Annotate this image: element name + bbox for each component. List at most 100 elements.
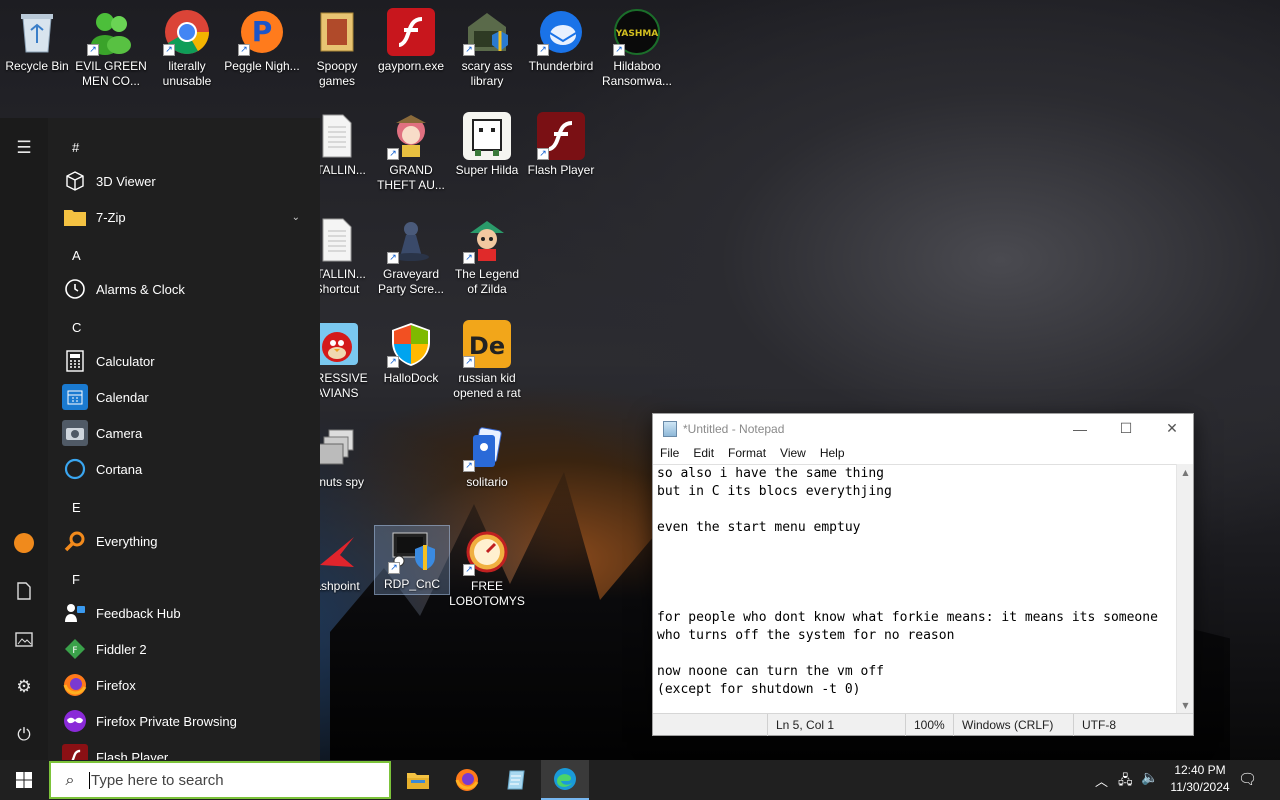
show-hidden-icons-chevron-icon[interactable]: ︿: [1095, 771, 1108, 790]
volume-icon[interactable]: 🔈: [1141, 770, 1158, 786]
private-browsing-icon: [62, 708, 88, 734]
desktop-icon-graveyard-party[interactable]: ↗ Graveyard Party Scre...: [374, 216, 448, 297]
notepad-menubar: File Edit Format View Help: [653, 443, 1193, 463]
scroll-down-icon[interactable]: ▼: [1177, 697, 1194, 714]
start-button[interactable]: [0, 760, 48, 800]
svg-text:F: F: [72, 646, 77, 656]
flash-icon: [62, 744, 88, 760]
firefox-icon: [455, 769, 479, 791]
notepad-window[interactable]: *Untitled - Notepad — ☐ ✕ File Edit Form…: [652, 413, 1194, 736]
hamburger-menu-icon[interactable]: ☰: [0, 128, 48, 168]
clock[interactable]: 12:40 PM 11/30/2024: [1160, 762, 1240, 796]
menu-file[interactable]: File: [653, 446, 686, 460]
zelda-icon: ↗: [463, 216, 511, 264]
power-icon[interactable]: ⏻: [0, 715, 48, 755]
desktop-icon-spoopy-games[interactable]: Spoopy games: [300, 8, 374, 89]
desktop-icon-gayporn-exe[interactable]: gayporn.exe: [374, 8, 448, 74]
desktop-icon-recycle-bin[interactable]: Recycle Bin: [0, 8, 74, 74]
app-calendar[interactable]: Calendar: [62, 380, 314, 414]
notifications-icon[interactable]: 🗨: [1238, 770, 1257, 788]
desktop-icon-flash-player[interactable]: ↗ Flash Player: [524, 112, 598, 178]
app-7-zip[interactable]: 7-Zip ⌄: [62, 200, 314, 234]
app-flash-player[interactable]: Flash Player: [62, 740, 314, 760]
app-firefox[interactable]: Firefox: [62, 668, 314, 702]
group-header-hash[interactable]: #: [72, 140, 79, 155]
group-header-a[interactable]: A: [72, 248, 81, 263]
app-alarms-clock[interactable]: Alarms & Clock: [62, 272, 314, 306]
scroll-up-icon[interactable]: ▲: [1177, 464, 1194, 481]
firefox-icon: [62, 672, 88, 698]
graveyard-icon: ↗: [387, 216, 435, 264]
group-header-f[interactable]: F: [72, 572, 80, 587]
desktop-icon-rdp-cnc[interactable]: ↗ RDP_CnC: [374, 525, 450, 595]
desktop-icon-scary-library[interactable]: ↗ scary ass library: [450, 8, 524, 89]
svg-text:YASHMA: YASHMA: [615, 29, 659, 39]
notepad-titlebar[interactable]: *Untitled - Notepad — ☐ ✕: [653, 414, 1193, 443]
desktop-icon-literally-unusable[interactable]: ↗ literally unusable: [150, 8, 224, 89]
de-icon: De ↗: [463, 320, 511, 368]
vertical-scrollbar[interactable]: ▲ ▼: [1176, 464, 1193, 714]
desktop-icon-hildaboo[interactable]: YASHMA ↗ Hildaboo Ransomwa...: [600, 8, 674, 89]
desktop-icon-peggle[interactable]: P ↗ Peggle Nigh...: [224, 8, 300, 74]
cortana-icon: [62, 456, 88, 482]
app-cortana[interactable]: Cortana: [62, 452, 314, 486]
app-fiddler-2[interactable]: F Fiddler 2: [62, 632, 314, 666]
group-header-e[interactable]: E: [72, 500, 81, 515]
app-everything[interactable]: Everything: [62, 524, 314, 558]
taskbar-firefox[interactable]: [443, 760, 491, 800]
chevron-down-icon[interactable]: ⌄: [292, 212, 300, 223]
documents-icon[interactable]: [0, 571, 48, 611]
document-icon: [313, 112, 361, 160]
menu-edit[interactable]: Edit: [686, 446, 721, 460]
menu-help[interactable]: Help: [813, 446, 852, 460]
desktop-icon-hallodock[interactable]: ↗ HalloDock: [374, 320, 448, 386]
minimize-button[interactable]: —: [1057, 414, 1103, 443]
start-rail: ☰ ⚙ ⏻: [0, 118, 48, 760]
desktop-icon-solitario[interactable]: ↗ solitario: [450, 424, 524, 490]
calendar-icon: [62, 384, 88, 410]
notepad-text-area[interactable]: so also i have the same thing but in C i…: [653, 464, 1177, 714]
folder-icon: [313, 8, 361, 56]
close-button[interactable]: ✕: [1149, 414, 1195, 443]
app-3d-viewer[interactable]: 3D Viewer: [62, 164, 314, 198]
clock-icon: [62, 276, 88, 302]
library-icon: ↗: [463, 8, 511, 56]
settings-gear-icon[interactable]: ⚙: [0, 667, 48, 707]
app-firefox-private-browsing[interactable]: Firefox Private Browsing: [62, 704, 314, 738]
search-input[interactable]: Type here to search: [89, 771, 224, 789]
fiddler-icon: F: [62, 636, 88, 662]
taskbar-edge[interactable]: [541, 760, 589, 800]
app-camera[interactable]: Camera: [62, 416, 314, 450]
document-icon: [313, 216, 361, 264]
app-calculator[interactable]: Calculator: [62, 344, 314, 378]
notepad-statusbar: Ln 5, Col 1 100% Windows (CRLF) UTF-8: [653, 713, 1193, 736]
maximize-button[interactable]: ☐: [1103, 414, 1149, 443]
desktop-icon-legend-of-zilda[interactable]: ↗ The Legend of Zilda: [450, 216, 524, 297]
taskbar-notepad[interactable]: [492, 760, 540, 800]
group-header-c[interactable]: C: [72, 320, 81, 335]
pixel-cat-icon: [463, 112, 511, 160]
network-icon[interactable]: 🖧: [1118, 771, 1133, 793]
desktop-icon-thunderbird[interactable]: ↗ Thunderbird: [524, 8, 598, 74]
user-avatar[interactable]: [0, 523, 48, 563]
notepad-icon: [507, 770, 525, 790]
desktop-icon-russian-kid[interactable]: De ↗ russian kid opened a rat: [450, 320, 524, 401]
calculator-icon: [62, 348, 88, 374]
pictures-icon[interactable]: [0, 619, 48, 659]
desktop-icon-evil-green-men[interactable]: ↗ EVIL GREEN MEN CO...: [74, 8, 148, 89]
yashma-icon: YASHMA ↗: [613, 8, 661, 56]
desktop-icon-gta[interactable]: ↗ GRAND THEFT AU...: [374, 112, 448, 193]
clock-time: 12:40 PM: [1174, 763, 1226, 777]
menu-format[interactable]: Format: [721, 446, 773, 460]
solitaire-icon: ↗: [463, 424, 511, 472]
taskbar-file-explorer[interactable]: [394, 760, 442, 800]
desktop-icon-free-lobotomys[interactable]: ↗ FREE LOBOTOMYS: [449, 528, 525, 609]
taskbar-search-box[interactable]: ⌕ Type here to search: [49, 761, 391, 799]
menu-view[interactable]: View: [773, 446, 813, 460]
app-feedback-hub[interactable]: Feedback Hub: [62, 596, 314, 630]
taskbar: ⌕ Type here to search ︿ 🖧 🔈 12:40 PM 11/…: [0, 760, 1280, 800]
file-explorer-icon: [407, 773, 429, 789]
flashpoint-icon: [313, 528, 361, 576]
desktop-icon-super-hilda[interactable]: Super Hilda: [450, 112, 524, 178]
magnifier-icon: [62, 528, 88, 554]
